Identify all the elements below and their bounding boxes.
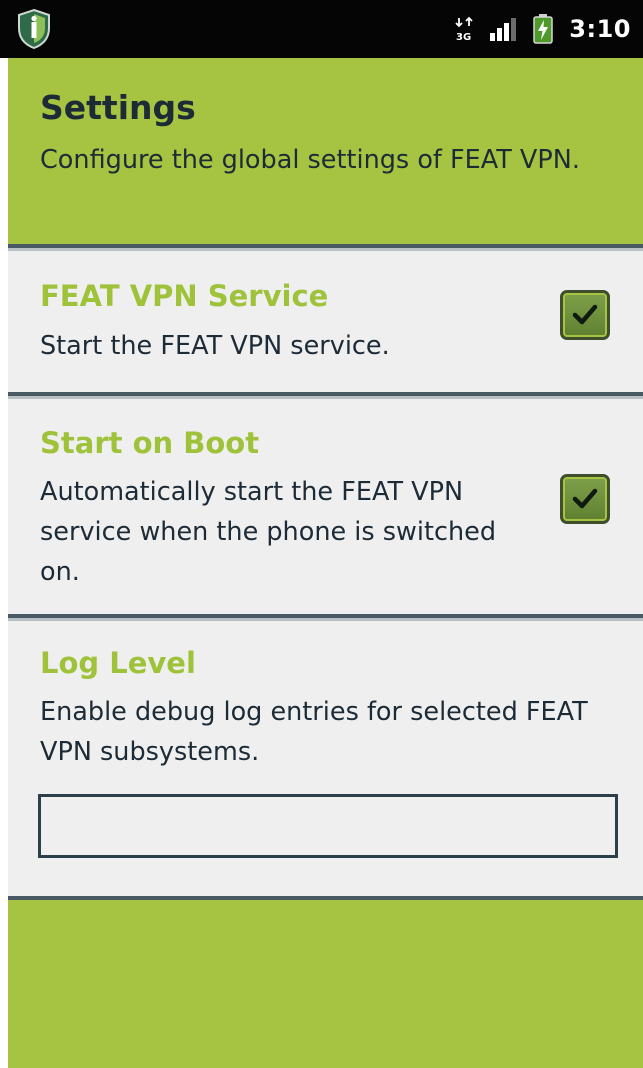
settings-header: Settings Configure the global settings o… — [8, 58, 643, 244]
status-bar: 3G 3:10 — [0, 0, 643, 58]
start-on-boot-checkbox[interactable] — [560, 474, 610, 524]
pref-feat-vpn-service[interactable]: FEAT VPN Service Start the FEAT VPN serv… — [8, 244, 643, 392]
page-title: Settings — [40, 88, 196, 127]
status-time: 3:10 — [569, 15, 631, 43]
network-3g-icon: 3G — [455, 16, 473, 42]
pref-title: FEAT VPN Service — [40, 279, 329, 313]
signal-strength-icon — [489, 17, 517, 41]
pref-title: Start on Boot — [40, 426, 260, 460]
settings-screen: Settings Configure the global settings o… — [8, 58, 643, 1068]
feat-vpn-service-checkbox[interactable] — [560, 290, 610, 340]
pref-start-on-boot[interactable]: Start on Boot Automatically start the FE… — [8, 392, 643, 614]
check-icon — [572, 304, 598, 325]
pref-summary: Start the FEAT VPN service. — [40, 331, 390, 361]
pref-log-level[interactable]: Log Level Enable debug log entries for s… — [8, 614, 643, 896]
svg-text:3G: 3G — [456, 32, 471, 42]
pref-summary: Enable debug log entries for selected FE… — [40, 697, 588, 767]
shield-app-icon — [16, 8, 52, 50]
divider — [8, 896, 643, 900]
page-subtitle: Configure the global settings of FEAT VP… — [40, 145, 580, 175]
log-level-input[interactable] — [38, 794, 618, 858]
check-icon — [572, 488, 598, 509]
pref-title: Log Level — [40, 646, 196, 680]
battery-charging-icon — [533, 14, 554, 44]
pref-summary: Automatically start the FEAT VPN service… — [40, 477, 497, 587]
